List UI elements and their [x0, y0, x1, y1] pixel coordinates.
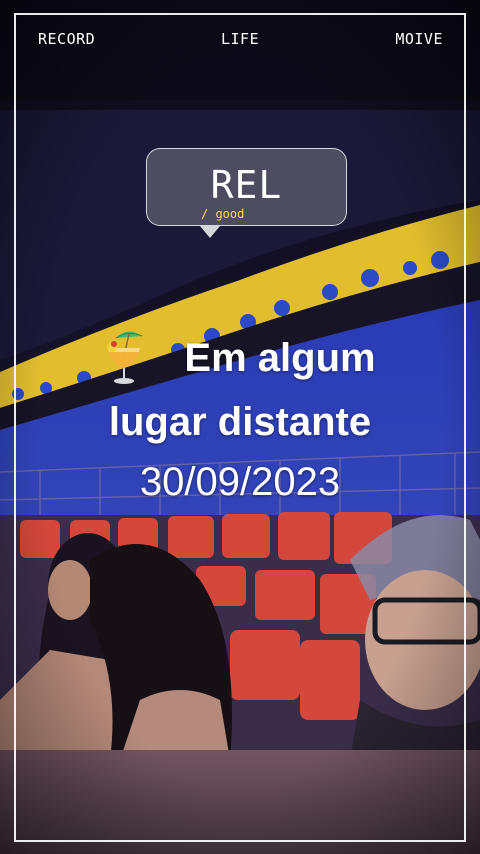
caption-line-1: Em algum — [184, 336, 376, 380]
bubble-subtitle: / good — [201, 207, 245, 221]
caption-line-2: lugar distante — [108, 400, 372, 444]
speech-bubble: REL / good — [146, 148, 347, 226]
bubble-title: REL — [210, 163, 283, 207]
story-frame: RECORD LIFE MOIVE REL / good Em algum lu… — [0, 0, 480, 854]
life-label: LIFE — [221, 30, 260, 48]
record-label: RECORD — [38, 30, 96, 48]
moive-label: MOIVE — [395, 30, 443, 48]
speech-bubble-tail — [200, 226, 220, 238]
caption-date: 30/09/2023 — [139, 460, 341, 504]
